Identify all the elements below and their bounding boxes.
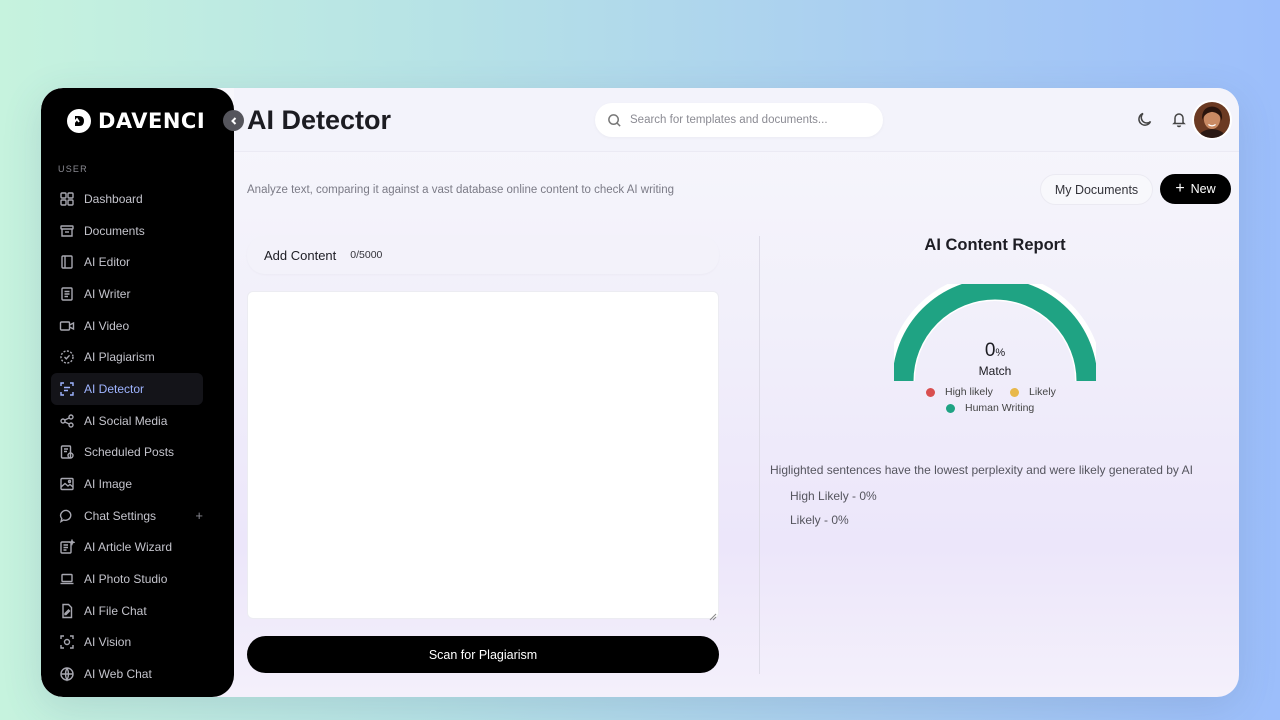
sidebar-item-label: Chat Settings xyxy=(84,508,157,523)
legend-label: High likely xyxy=(945,386,993,398)
sidebar-item-label: AI Image xyxy=(84,477,133,492)
my-documents-button[interactable]: My Documents xyxy=(1040,174,1153,205)
sidebar-item-label: AI Video xyxy=(84,318,130,333)
user-avatar-image xyxy=(1194,102,1230,138)
legend-dot xyxy=(1010,387,1019,397)
sidebar-item-scheduled-posts[interactable]: Scheduled Posts xyxy=(51,437,203,469)
search-bar[interactable] xyxy=(595,103,883,137)
sidebar-item-chat-settings[interactable]: Chat Settings + xyxy=(51,500,203,532)
character-counter: 0/5000 xyxy=(350,249,383,261)
sidebar-item-documents[interactable]: Documents xyxy=(51,215,203,247)
logo[interactable]: DAVENCI xyxy=(66,108,205,134)
sidebar-item-label: AI Plagiarism xyxy=(84,350,155,365)
sidebar-item-ai-video[interactable]: AI Video xyxy=(51,310,203,342)
sidebar-item-ai-web-chat[interactable]: AI Web Chat xyxy=(51,658,203,690)
plus-icon: + xyxy=(1175,180,1185,197)
documents-icon xyxy=(59,223,75,239)
legend-dot xyxy=(926,387,935,397)
panel-divider xyxy=(759,236,760,674)
sidebar-item-label: Documents xyxy=(84,223,145,238)
legend-dot xyxy=(946,403,955,413)
web-icon xyxy=(59,666,75,682)
match-unit: % xyxy=(995,347,1006,359)
avatar[interactable] xyxy=(1192,100,1232,140)
sidebar-item-label: AI Writer xyxy=(84,286,131,301)
search-input[interactable] xyxy=(630,114,860,126)
sidebar-item-ai-image[interactable]: AI Image xyxy=(51,468,203,500)
sidebar-item-label: AI Social Media xyxy=(84,413,168,428)
file-icon xyxy=(59,603,75,619)
high-likely-result: High Likely - 0% xyxy=(790,489,877,503)
editor-icon xyxy=(59,254,75,270)
match-number: 0 xyxy=(984,340,996,361)
sidebar-section-label: USER xyxy=(58,164,88,174)
likely-result: Likely - 0% xyxy=(790,513,849,527)
sidebar-item-label: AI Detector xyxy=(84,381,145,396)
vision-icon xyxy=(59,634,75,650)
sidebar-item-ai-detector[interactable]: AI Detector xyxy=(51,373,203,405)
sidebar-item-ai-social-media[interactable]: AI Social Media xyxy=(51,405,203,437)
calendar-icon xyxy=(59,444,75,460)
sidebar-item-ai-photo-studio[interactable]: AI Photo Studio xyxy=(51,563,203,595)
dashboard-icon xyxy=(59,191,75,207)
writer-icon xyxy=(59,286,75,302)
legend-label: Human Writing xyxy=(965,402,1035,414)
report-title: AI Content Report xyxy=(924,236,1066,254)
page-title: AI Detector xyxy=(247,105,392,135)
laptop-icon xyxy=(59,571,75,587)
new-button-label: New xyxy=(1190,182,1216,196)
sidebar-item-ai-file-chat[interactable]: AI File Chat xyxy=(51,595,203,627)
content-textarea[interactable] xyxy=(247,291,719,619)
sidebar-item-label: Dashboard xyxy=(84,191,143,206)
search-icon xyxy=(608,113,621,127)
chat-icon xyxy=(59,508,75,524)
top-bar: AI Detector xyxy=(234,88,1239,152)
sidebar-item-ai-writer[interactable]: AI Writer xyxy=(51,278,203,310)
dark-mode-toggle[interactable] xyxy=(1136,110,1154,128)
sidebar-item-label: AI File Chat xyxy=(84,603,147,618)
moon-icon xyxy=(1138,112,1152,126)
sidebar-item-ai-article-wizard[interactable]: AI Article Wizard xyxy=(51,532,203,564)
sidebar-nav: Dashboard Documents AI Editor AI Writer … xyxy=(51,183,203,690)
sidebar-item-label: AI Editor xyxy=(84,255,131,270)
legend-likely: Likely xyxy=(1010,386,1056,398)
plagiarism-icon xyxy=(59,349,75,365)
scan-for-plagiarism-button[interactable]: Scan for Plagiarism xyxy=(247,636,719,673)
image-icon xyxy=(59,476,75,492)
new-button[interactable]: + New xyxy=(1160,174,1231,204)
match-value: 0% xyxy=(945,340,1045,362)
add-content-label: Add Content xyxy=(264,247,337,263)
match-label: Match xyxy=(978,364,1012,378)
legend-label: Likely xyxy=(1029,386,1056,398)
logo-text: DAVENCI xyxy=(98,109,206,133)
logo-icon xyxy=(67,109,91,133)
page-subtitle: Analyze text, comparing it against a vas… xyxy=(247,184,675,196)
wizard-icon xyxy=(59,539,75,555)
legend-high-likely: High likely xyxy=(926,386,993,398)
sidebar-item-ai-editor[interactable]: AI Editor xyxy=(51,246,203,278)
sidebar-collapse-button[interactable] xyxy=(223,110,244,131)
chevron-left-icon xyxy=(230,116,236,125)
share-icon xyxy=(59,413,75,429)
sidebar-item-ai-plagiarism[interactable]: AI Plagiarism xyxy=(51,341,203,373)
video-icon xyxy=(59,318,75,334)
app-window: DAVENCI USER Dashboard Documents AI Edit… xyxy=(41,88,1239,697)
sidebar-item-dashboard[interactable]: Dashboard xyxy=(51,183,203,215)
sidebar-item-ai-vision[interactable]: AI Vision xyxy=(51,627,203,659)
bell-icon xyxy=(1172,113,1186,128)
resize-handle-icon[interactable] xyxy=(709,608,717,621)
legend-human-writing: Human Writing xyxy=(946,402,1034,414)
add-content-header: Add Content 0/5000 xyxy=(247,236,719,274)
report-note: Higlighted sentences have the lowest per… xyxy=(770,463,1193,477)
sidebar-item-label: AI Web Chat xyxy=(84,667,152,682)
sidebar-item-label: Scheduled Posts xyxy=(84,445,175,460)
sidebar-item-label: AI Photo Studio xyxy=(84,572,168,587)
sidebar: DAVENCI USER Dashboard Documents AI Edit… xyxy=(41,88,234,697)
expand-plus-icon[interactable]: + xyxy=(195,508,203,523)
detector-icon xyxy=(59,381,75,397)
sidebar-item-label: AI Vision xyxy=(84,635,132,650)
sidebar-item-label: AI Article Wizard xyxy=(84,540,173,555)
notifications-button[interactable] xyxy=(1170,110,1188,128)
